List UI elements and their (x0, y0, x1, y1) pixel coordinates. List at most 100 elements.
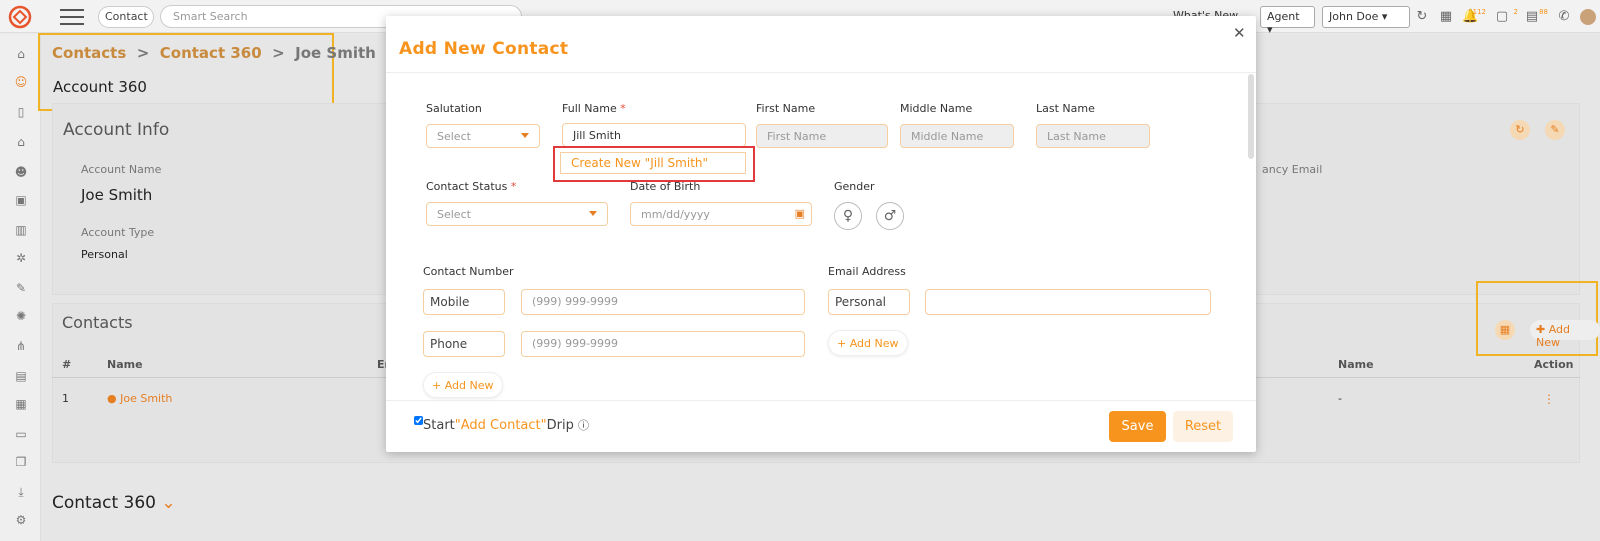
firstname-input[interactable]: First Name (756, 124, 888, 148)
salutation-label: Salutation (426, 102, 482, 115)
monitor-icon[interactable]: ▭ (13, 426, 29, 442)
row-contact-name[interactable]: ● Joe Smith (107, 392, 172, 405)
menu-toggle-icon[interactable] (60, 9, 84, 25)
contact-status-select[interactable]: Select (426, 202, 608, 226)
close-icon[interactable]: ✕ (1233, 24, 1246, 42)
account-name-label: Account Name (81, 163, 162, 176)
user-search-icon[interactable]: ☻ (13, 164, 29, 180)
lastname-input[interactable]: Last Name (1036, 124, 1150, 148)
phone-icon[interactable]: ✆ (1556, 9, 1572, 25)
add-number-button[interactable]: + Add New (423, 372, 503, 398)
account-type-value: Personal (81, 248, 128, 261)
home-icon[interactable]: ⌂ (13, 46, 29, 62)
document-icon[interactable]: ▯ (13, 104, 29, 120)
modal-header-divider (386, 72, 1256, 73)
breadcrumb-current: Joe Smith (295, 44, 376, 62)
breadcrumb-separator: > (136, 44, 150, 62)
dob-label: Date of Birth (630, 180, 701, 193)
context-select[interactable]: Contact (98, 6, 154, 28)
contact360-section-title[interactable]: Contact 360 ⌄ (52, 493, 176, 513)
notification-count: 112 (1472, 8, 1486, 16)
add-contact-modal (386, 16, 1256, 452)
page-title: Account 360 (53, 78, 147, 96)
col-header-name2[interactable]: Name (1338, 358, 1374, 371)
modal-footer-divider (386, 400, 1256, 401)
row-action-menu-icon[interactable]: ⋮ (1543, 392, 1555, 406)
sidebar: ⌂ ☺ ▯ ⌂ ☻ ▣ ▥ ✲ ✎ ✺ ⋔ ▤ ▦ ▭ ❐ ⤓ ⚙ (0, 34, 41, 541)
contact-status-label: Contact Status * (426, 180, 517, 193)
create-new-suggestion[interactable]: Create New "Jill Smith" (560, 152, 746, 174)
calendar-icon[interactable]: ▦ (1438, 9, 1454, 25)
lastname-label: Last Name (1036, 102, 1095, 115)
hierarchy-icon[interactable]: ⋔ (13, 338, 29, 354)
email-type-select[interactable]: Personal (828, 289, 910, 315)
gear-icon[interactable]: ⚙ (13, 512, 29, 528)
copy-icon[interactable]: ❐ (13, 454, 29, 470)
calendar-icon[interactable]: ▣ (795, 207, 805, 220)
files-icon[interactable]: ▥ (13, 222, 29, 238)
avatar[interactable] (1580, 9, 1596, 25)
add-new-contact-button[interactable]: ✚ Add New (1530, 320, 1600, 349)
dob-input[interactable]: mm/dd/yyyy ▣ (630, 202, 812, 226)
breadcrumb: Contacts > Contact 360 > Joe Smith (52, 44, 376, 62)
tasks-icon[interactable]: ▤ 88 (1524, 8, 1548, 25)
save-button[interactable]: Save (1109, 411, 1166, 442)
modal-title: Add New Contact (399, 39, 569, 59)
info-icon[interactable]: ⓘ (578, 419, 589, 432)
app-logo[interactable] (8, 5, 32, 29)
message-count: 2 (1513, 8, 1518, 16)
email-label: Email Address (828, 265, 906, 278)
email-input[interactable] (925, 289, 1211, 315)
bulb-icon[interactable]: ✺ (13, 308, 29, 324)
breadcrumb-contacts[interactable]: Contacts (52, 44, 126, 62)
col-header-action: Action (1534, 358, 1574, 371)
chat-icon[interactable]: ▢ 2 (1494, 8, 1518, 25)
bank-icon[interactable]: ⌂ (13, 134, 29, 150)
emergency-email-label: ancy Email (1262, 163, 1323, 176)
mobile-number-input[interactable]: (999) 999-9999 (521, 289, 805, 315)
fullname-input[interactable]: Jill Smith (562, 123, 746, 147)
clipboard-icon[interactable]: ▤ (13, 368, 29, 384)
fullname-label: Full Name * (562, 102, 626, 115)
modal-scrollbar[interactable] (1248, 74, 1254, 159)
chevron-down-icon: ⌄ (161, 493, 176, 513)
account-name-value: Joe Smith (81, 186, 153, 204)
row-num: 1 (62, 392, 69, 405)
col-header-name[interactable]: Name (107, 358, 143, 371)
middlename-label: Middle Name (900, 102, 973, 115)
female-gender-icon[interactable]: ♀ (834, 202, 862, 230)
reset-button[interactable]: Reset (1173, 411, 1233, 442)
firstname-label: First Name (756, 102, 816, 115)
salutation-select[interactable]: Select (426, 124, 540, 148)
phone-number-input[interactable]: (999) 999-9999 (521, 331, 805, 357)
user-select[interactable]: John Doe ▾ (1322, 6, 1410, 28)
download-icon[interactable]: ⤓ (13, 484, 29, 500)
phone-type-select[interactable]: Phone (423, 331, 505, 357)
row-cell: - (1338, 392, 1342, 405)
gender-label: Gender (834, 180, 875, 193)
refresh-icon[interactable]: ↻ (1414, 9, 1430, 25)
task-count: 88 (1539, 8, 1548, 16)
start-drip-checkbox[interactable] (414, 416, 423, 425)
mobile-type-select[interactable]: Mobile (423, 289, 505, 315)
agent-select[interactable]: Agent ▾ (1260, 6, 1315, 36)
account-type-label: Account Type (81, 226, 155, 239)
breadcrumb-separator: > (272, 44, 285, 62)
edit-account-icon[interactable]: ✎ (1545, 120, 1565, 140)
male-gender-icon[interactable]: ♂ (876, 202, 904, 230)
refresh-account-icon[interactable]: ↻ (1510, 120, 1530, 140)
edit-icon[interactable]: ✎ (13, 280, 29, 296)
grid-view-icon[interactable]: ▦ (1495, 320, 1515, 340)
report-icon[interactable]: ▣ (13, 192, 29, 208)
settings-icon[interactable]: ✲ (13, 250, 29, 266)
account-info-title: Account Info (63, 120, 170, 140)
middlename-input[interactable]: Middle Name (900, 124, 1014, 148)
contact-number-label: Contact Number (423, 265, 514, 278)
contacts-icon[interactable]: ☺ (13, 74, 29, 90)
breadcrumb-contact360[interactable]: Contact 360 (160, 44, 262, 62)
calendar-side-icon[interactable]: ▦ (13, 396, 29, 412)
start-drip-label: Start"Add Contact"Drip ⓘ (423, 418, 589, 433)
contacts-title: Contacts (62, 313, 133, 332)
bell-icon[interactable]: 🔔 112 (1462, 8, 1486, 25)
add-email-button[interactable]: + Add New (828, 330, 908, 356)
